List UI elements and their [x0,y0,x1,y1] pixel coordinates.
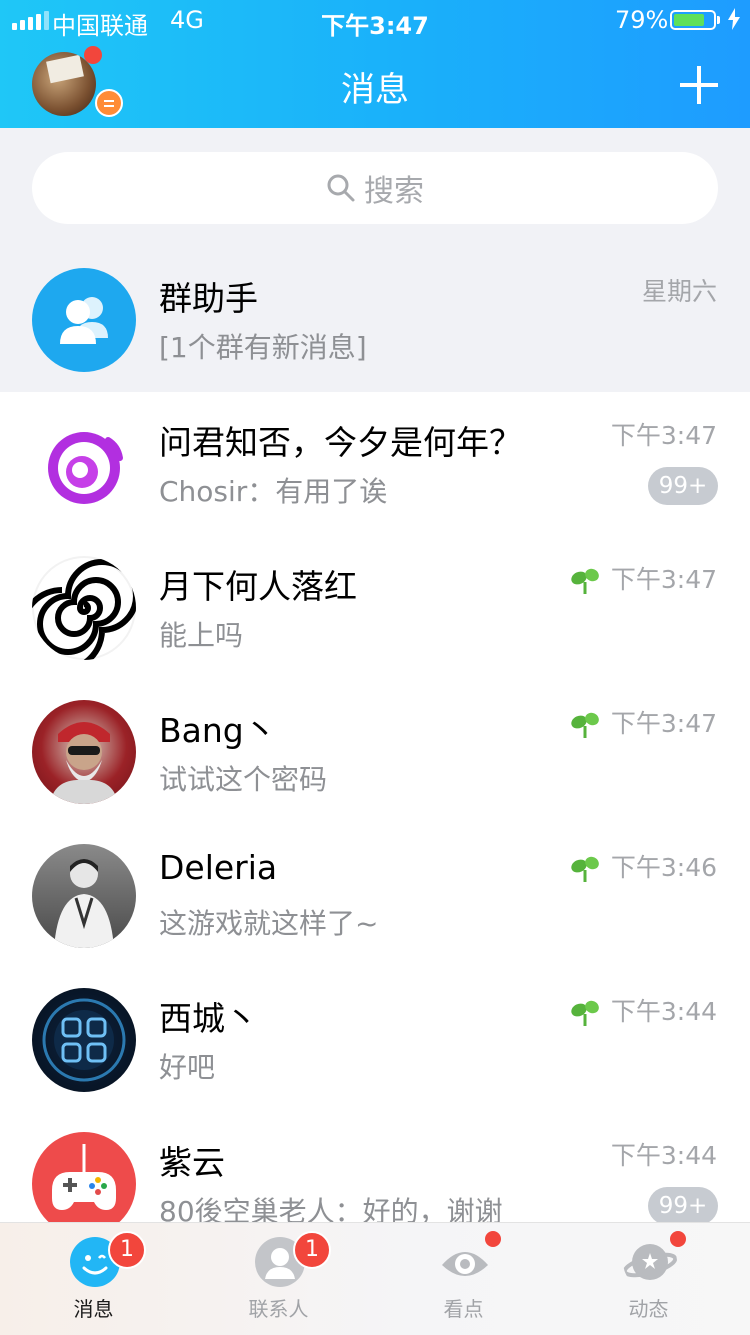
group-icon [60,297,108,344]
person-portrait-icon [54,859,114,948]
chat-name: 月下何人落红 [159,567,357,606]
chat-preview: Chosir：有用了诶 [159,475,388,508]
chat-row[interactable]: Deleria 这游戏就这样了~ 下午3:46 [0,824,750,968]
chat-time: 下午3:44 [610,997,717,1026]
battery-tip [717,16,720,24]
tab-contacts[interactable]: 联系人 1 [185,1223,372,1335]
group-helper-row[interactable]: 群助手 [1个群有新消息] 星期六 [0,248,750,392]
app-logo-icon [48,432,123,504]
tab-discover[interactable]: 看点 [370,1223,557,1335]
search-icon [327,174,355,202]
chat-avatar [32,844,136,948]
tab-label: 看点 [443,1297,484,1321]
chat-time: 下午3:44 [610,1141,717,1170]
chat-name: 问君知否，今夕是何年？ [159,423,522,462]
person-portrait-icon [50,722,118,804]
chat-row[interactable]: Bang丶 试试这个密码 下午3:47 [0,680,750,824]
battery-icon [670,10,716,30]
chat-preview: 试试这个密码 [159,763,328,796]
chat-avatar [32,988,136,1092]
search-bar[interactable]: 搜索 [32,152,718,224]
sprout-icon [571,1000,599,1026]
eye-icon [442,1252,488,1276]
status-bar: 中国联通 4G 下午3:47 79% [0,0,750,40]
chat-preview: [1个群有新消息] [159,331,367,364]
chat-time: 下午3:47 [610,421,717,450]
chat-avatar [32,1132,136,1236]
sprout-icon [571,856,599,882]
bottom-tab-bar: 消息 1 联系人 1 看点 动态 [0,1222,750,1335]
chat-avatar [32,700,136,804]
sprout-icon [571,568,599,594]
tab-label: 消息 [73,1297,114,1321]
chat-row[interactable]: 问君知否，今夕是何年？ Chosir：有用了诶 下午3:47 99+ [0,392,750,536]
chat-time: 下午3:47 [610,565,717,594]
tab-badge: 1 [293,1231,331,1269]
chat-preview: 好吧 [159,1051,216,1084]
chat-avatar [32,412,136,516]
app-header: 中国联通 4G 下午3:47 79% 消息 [0,0,750,128]
chat-row[interactable]: 西城丶 好吧 下午3:44 [0,968,750,1112]
search-placeholder: 搜索 [364,174,424,209]
grid-apps-icon [42,998,126,1082]
gamepad-icon [52,1143,116,1210]
tab-dot [670,1231,686,1247]
tab-label: 动态 [628,1297,669,1321]
chat-time: 下午3:46 [610,853,717,882]
chat-name: 群助手 [159,279,258,318]
chat-preview: 能上吗 [159,619,244,652]
battery-percent: 79% [615,6,669,34]
chat-time: 下午3:47 [610,709,717,738]
chat-avatar [32,556,136,660]
chat-name: 西城丶 [159,999,258,1038]
unread-badge: 99+ [648,1187,718,1225]
spiral-icon [32,558,136,660]
sprout-icon [571,712,599,738]
tab-moments[interactable]: 动态 [555,1223,742,1335]
chat-time: 星期六 [641,277,717,306]
chat-name: Deleria [159,848,278,887]
chat-row[interactable]: 月下何人落红 能上吗 下午3:47 [0,536,750,680]
add-icon[interactable] [680,66,718,104]
chat-name: Bang丶 [159,711,277,750]
chat-name: 紫云 [159,1143,225,1182]
planet-icon [623,1244,677,1280]
page-title: 消息 [341,70,409,110]
charging-bolt-icon [728,8,740,30]
unread-badge: 99+ [648,467,718,505]
group-helper-avatar [32,268,136,372]
chat-preview: 这游戏就这样了~ [159,907,379,940]
tab-messages[interactable]: 消息 1 [0,1223,187,1335]
tab-label: 联系人 [248,1297,309,1321]
tab-badge: 1 [108,1231,146,1269]
tab-dot [485,1231,501,1247]
